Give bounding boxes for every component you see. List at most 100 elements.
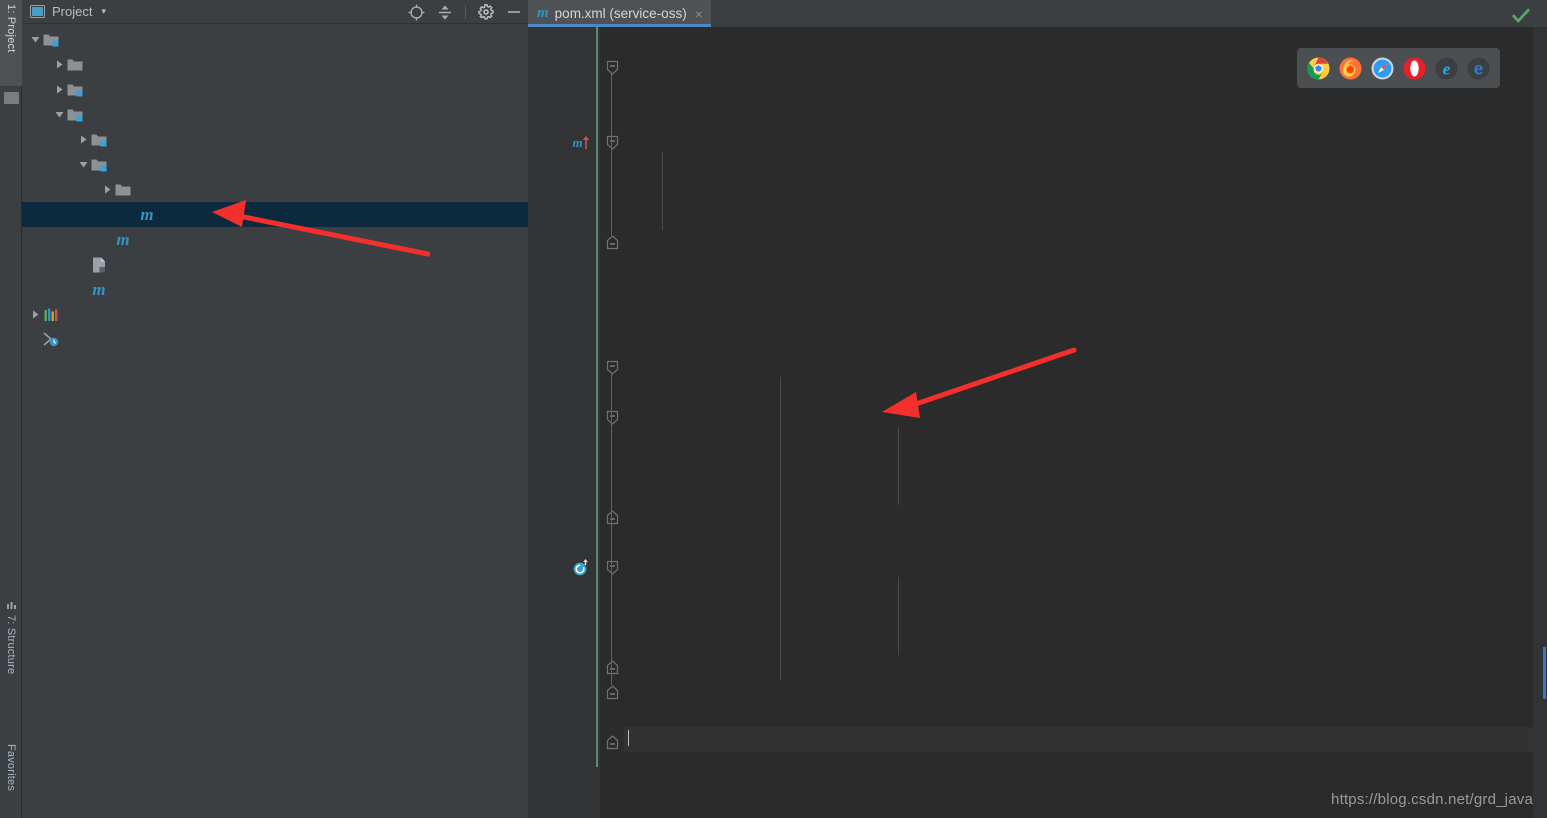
tree-expander[interactable]: [52, 102, 66, 127]
tool-tab-project[interactable]: 1: Project: [0, 0, 22, 86]
tree-item-service-edu[interactable]: [22, 127, 528, 152]
fold-marker-open[interactable]: [604, 55, 620, 80]
gutter-line[interactable]: [528, 605, 600, 630]
tree-expander[interactable]: [28, 302, 42, 327]
close-icon[interactable]: ×: [695, 7, 703, 21]
error-stripe[interactable]: [1533, 27, 1547, 818]
code-line[interactable]: [624, 402, 1547, 427]
fold-marker-close[interactable]: [604, 680, 620, 705]
tree-expander[interactable]: [28, 327, 42, 352]
editor-tab-pom-xml[interactable]: m pom.xml (service-oss) ×: [528, 0, 711, 27]
gutter-line[interactable]: [528, 355, 600, 380]
browser-launch-bar[interactable]: ee: [1297, 48, 1500, 88]
gutter-line[interactable]: [528, 505, 600, 530]
hide-icon[interactable]: [506, 4, 522, 20]
gutter-line[interactable]: [528, 30, 600, 55]
tree-item-gulischool[interactable]: [22, 27, 528, 52]
code-line[interactable]: [624, 477, 1547, 502]
edge-icon[interactable]: e: [1467, 56, 1490, 80]
tree-item-service-oss[interactable]: [22, 152, 528, 177]
tree-item-external-libraries[interactable]: [22, 302, 528, 327]
fold-marker-close[interactable]: [604, 505, 620, 530]
tree-item-pom-xml[interactable]: m: [22, 202, 528, 227]
gutter-line[interactable]: [528, 80, 600, 105]
tree-item--idea[interactable]: [22, 52, 528, 77]
firefox-icon[interactable]: [1339, 56, 1362, 80]
code-line[interactable]: [624, 177, 1547, 202]
tree-item-common[interactable]: [22, 77, 528, 102]
stripe-marker[interactable]: [1543, 647, 1546, 699]
code-line[interactable]: [624, 452, 1547, 477]
tree-expander[interactable]: [76, 277, 90, 302]
code-line[interactable]: [624, 102, 1547, 127]
code-line[interactable]: [624, 327, 1547, 352]
code-line[interactable]: [624, 652, 1547, 677]
fold-marker-open[interactable]: [604, 130, 620, 155]
code-line[interactable]: [624, 152, 1547, 177]
gutter-line[interactable]: [528, 330, 600, 355]
collapse-all-icon[interactable]: [437, 4, 453, 21]
chrome-icon[interactable]: [1307, 56, 1330, 80]
settings-gear-icon[interactable]: [478, 4, 494, 20]
fold-gutter[interactable]: [600, 27, 624, 818]
tree-expander[interactable]: [76, 152, 90, 177]
fold-marker-open[interactable]: [604, 555, 620, 580]
code-line[interactable]: [624, 677, 1547, 702]
tree-item-src[interactable]: [22, 177, 528, 202]
fold-marker-close[interactable]: [604, 730, 620, 755]
inspections-ok-icon[interactable]: [1511, 6, 1531, 26]
tree-expander[interactable]: [76, 252, 90, 277]
gutter-line[interactable]: [528, 180, 600, 205]
code-text[interactable]: [624, 27, 1547, 818]
gutter-line[interactable]: [528, 105, 600, 130]
gutter-line[interactable]: [528, 255, 600, 280]
code-line[interactable]: [624, 602, 1547, 627]
safari-icon[interactable]: [1371, 56, 1394, 80]
tree-expander[interactable]: [28, 27, 42, 52]
fold-marker-open[interactable]: [604, 355, 620, 380]
gutter-line[interactable]: [528, 480, 600, 505]
tree-expander[interactable]: [76, 127, 90, 152]
code-line[interactable]: [624, 227, 1547, 252]
tree-item-scratches-and-consoles[interactable]: [22, 327, 528, 352]
code-line[interactable]: [624, 527, 1547, 552]
gutter-line[interactable]: m: [528, 130, 600, 155]
gutter-line[interactable]: [528, 430, 600, 455]
chevron-down-icon[interactable]: ▾: [101, 7, 106, 16]
code-line[interactable]: [624, 377, 1547, 402]
tool-tab-structure[interactable]: 7: Structure: [0, 598, 22, 696]
gutter-line[interactable]: [528, 655, 600, 680]
dependency-nav-icon[interactable]: [570, 555, 592, 580]
code-line[interactable]: [624, 277, 1547, 302]
code-line[interactable]: [624, 627, 1547, 652]
gutter-line[interactable]: [528, 380, 600, 405]
code-line[interactable]: [624, 577, 1547, 602]
code-line[interactable]: [624, 727, 1547, 752]
code-line[interactable]: [624, 202, 1547, 227]
gutter-line[interactable]: [528, 630, 600, 655]
tree-expander[interactable]: [52, 77, 66, 102]
tree-expander[interactable]: [124, 202, 138, 227]
tree-expander[interactable]: [100, 177, 114, 202]
opera-icon[interactable]: [1403, 56, 1426, 80]
gutter-line[interactable]: [528, 555, 600, 580]
tree-item-pom-xml[interactable]: m: [22, 277, 528, 302]
gutter-line[interactable]: [528, 530, 600, 555]
tree-expander[interactable]: [52, 52, 66, 77]
fold-marker-close[interactable]: [604, 655, 620, 680]
gutter-line[interactable]: [528, 230, 600, 255]
gutter-line[interactable]: [528, 55, 600, 80]
tool-tab-favorites[interactable]: Favorites: [0, 740, 22, 812]
code-line[interactable]: [624, 502, 1547, 527]
fold-marker-open[interactable]: [604, 405, 620, 430]
scroll-from-source-icon[interactable]: [408, 4, 425, 21]
tree-item-gulischool-iml[interactable]: [22, 252, 528, 277]
maven-update-icon[interactable]: m: [570, 130, 592, 155]
fold-marker-close[interactable]: [604, 230, 620, 255]
code-line[interactable]: [624, 702, 1547, 727]
internet-explorer-icon[interactable]: e: [1435, 56, 1458, 80]
code-editor[interactable]: m: [528, 27, 1547, 818]
editor-gutter[interactable]: m: [528, 27, 600, 818]
code-line[interactable]: [624, 302, 1547, 327]
gutter-line[interactable]: [528, 280, 600, 305]
